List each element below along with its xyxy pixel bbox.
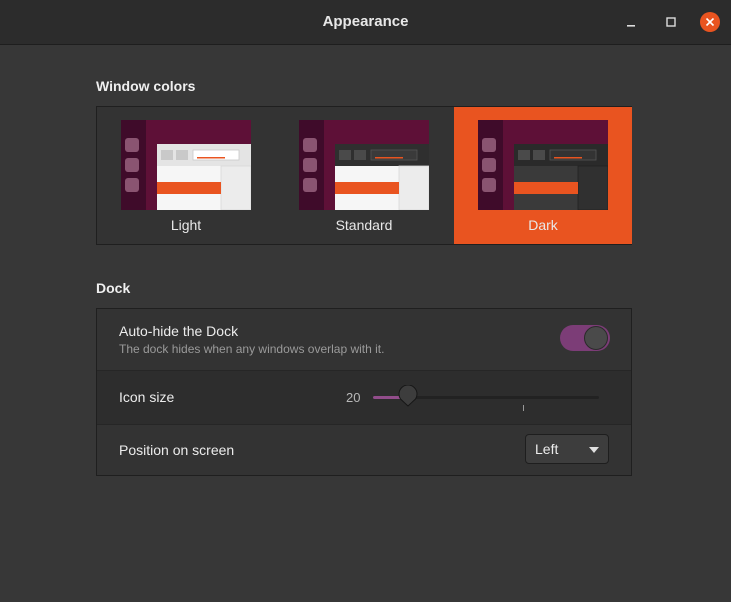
autohide-row: Auto-hide the Dock The dock hides when a… <box>97 309 631 369</box>
title-bar: Appearance <box>0 0 731 45</box>
theme-option-light[interactable]: Light <box>97 107 275 244</box>
minimize-button[interactable] <box>621 12 641 32</box>
theme-label-dark: Dark <box>528 217 558 233</box>
icon-size-value: 20 <box>346 390 361 405</box>
autohide-description: The dock hides when any windows overlap … <box>119 342 385 356</box>
autohide-label: Auto-hide the Dock <box>119 323 239 339</box>
maximize-button[interactable] <box>661 12 681 32</box>
theme-label-standard: Standard <box>335 217 393 233</box>
position-label: Position on screen <box>119 442 235 458</box>
autohide-toggle-knob <box>584 326 608 350</box>
dark-theme-preview <box>478 120 608 210</box>
chevron-down-icon <box>589 447 599 453</box>
theme-option-standard[interactable]: Standard <box>275 107 453 244</box>
position-selected-value: Left <box>535 441 559 457</box>
autohide-toggle[interactable] <box>560 325 610 351</box>
light-theme-preview <box>121 120 251 210</box>
close-button-circle <box>700 12 720 32</box>
theme-option-dark[interactable]: Dark <box>454 107 632 244</box>
icon-size-label: Icon size <box>119 389 175 405</box>
position-row: Position on screen Left <box>97 424 631 475</box>
theme-label-light: Light <box>170 217 202 233</box>
close-button[interactable] <box>700 12 720 32</box>
position-dropdown[interactable]: Left <box>525 434 609 464</box>
dock-heading: Dock <box>96 280 131 296</box>
dock-settings-group: Auto-hide the Dock The dock hides when a… <box>96 308 632 476</box>
maximize-icon <box>666 17 676 27</box>
minimize-icon <box>627 25 635 27</box>
window-colors-heading: Window colors <box>96 78 196 94</box>
icon-size-slider[interactable] <box>373 385 599 411</box>
standard-theme-preview <box>299 120 429 210</box>
icon-size-row: Icon size 20 <box>97 370 631 425</box>
close-icon <box>705 17 715 27</box>
slider-thumb[interactable] <box>398 385 418 407</box>
window-colors-group: Light Standard Dark <box>96 106 632 245</box>
slider-tick-mark <box>523 405 524 411</box>
